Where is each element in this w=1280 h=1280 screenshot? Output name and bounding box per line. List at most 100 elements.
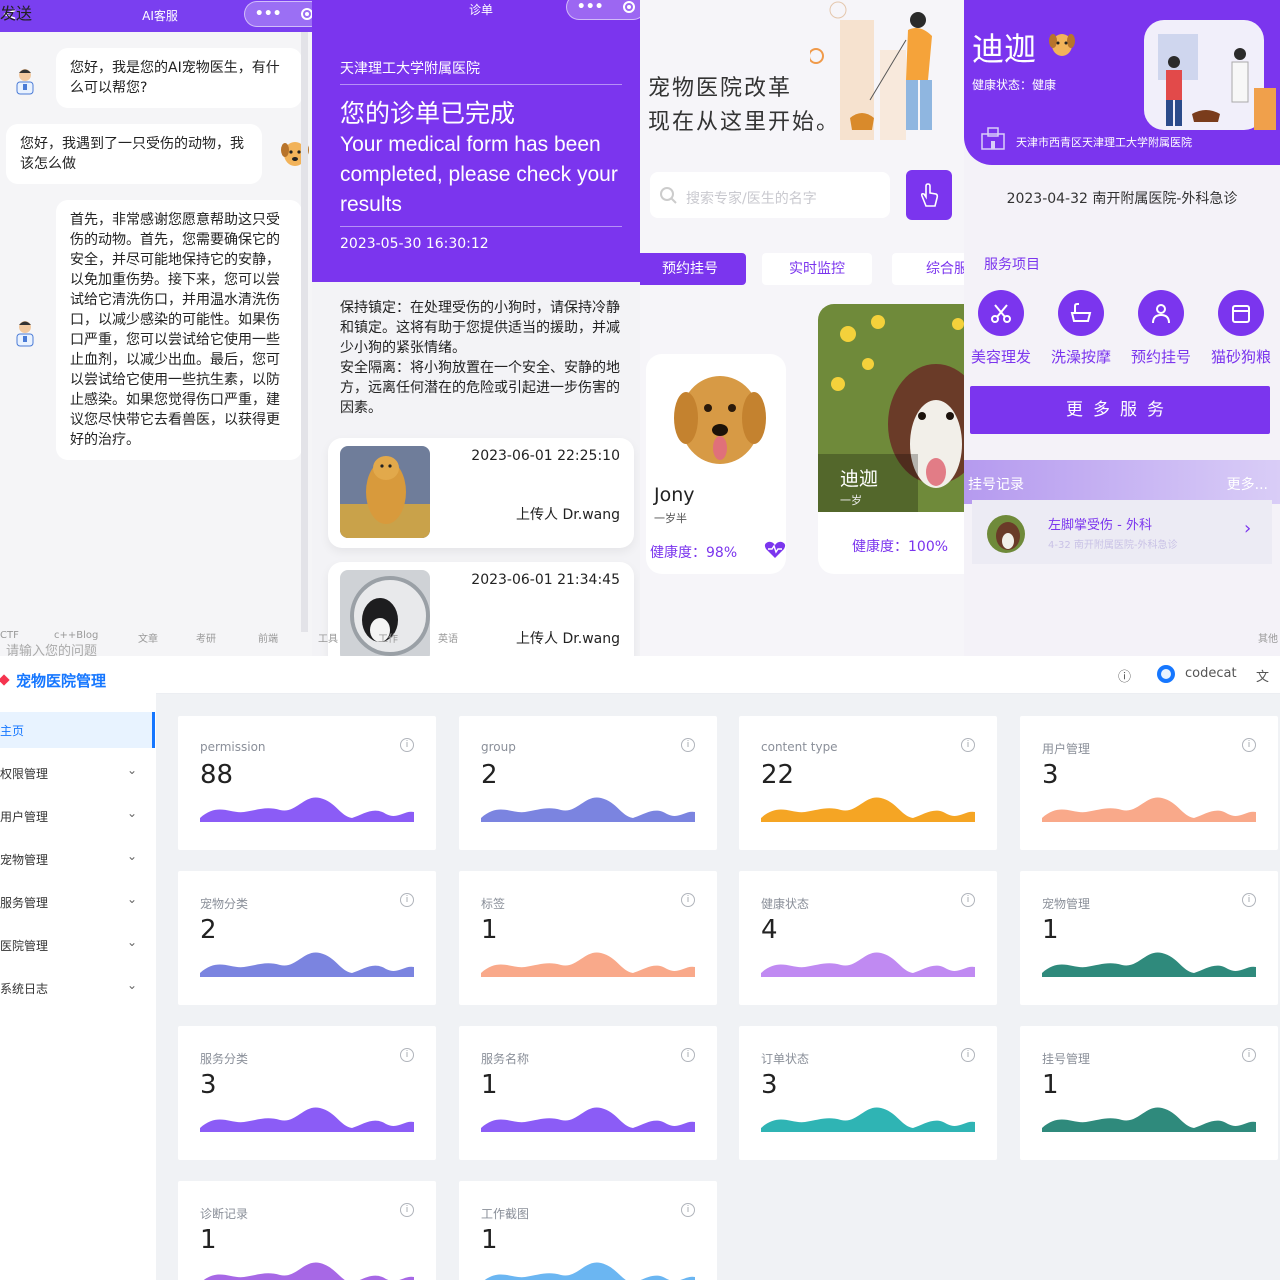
mini-program-capsule[interactable]: ••• xyxy=(566,0,646,20)
upload-card[interactable]: 2023-06-01 22:25:10 上传人 Dr.wang xyxy=(328,438,634,548)
record-title: 左脚掌受伤 - 外科 xyxy=(1048,518,1152,533)
divider xyxy=(340,226,622,227)
menu-item-permissions[interactable]: 权限管理 ⌄ xyxy=(0,755,155,791)
stat-card[interactable]: 宠物管理 1 i xyxy=(1020,871,1278,1005)
bookmark[interactable]: c++Blog xyxy=(54,630,98,641)
info-icon[interactable]: i xyxy=(681,1203,695,1217)
search-box[interactable]: 搜索专家/医生的名字 xyxy=(650,172,890,218)
info-icon[interactable]: i xyxy=(681,738,695,752)
menu-label: 医院管理 xyxy=(0,939,49,953)
admin-dashboard: ⓘ codecat 文 宠物医院管理 主页 权限管理 ⌄ 用户管理 ⌄ 宠物管理 ⌄ … xyxy=(0,656,1280,1280)
menu-item-pets[interactable]: 宠物管理 ⌄ xyxy=(0,841,155,877)
info-icon[interactable]: i xyxy=(961,893,975,907)
info-icon[interactable]: i xyxy=(961,1048,975,1062)
translate-icon[interactable]: 文 xyxy=(1256,666,1269,685)
divider xyxy=(340,84,622,85)
bookmark[interactable]: 文章 xyxy=(138,630,158,645)
more-services-button[interactable]: 更多服务 xyxy=(970,386,1270,434)
help-icon[interactable]: ⓘ xyxy=(1118,666,1131,685)
bookmark[interactable]: 其他 xyxy=(1258,630,1278,645)
stat-card[interactable]: 服务名称 1 i xyxy=(459,1026,717,1160)
info-icon[interactable]: i xyxy=(961,738,975,752)
bookmark[interactable]: 前端 xyxy=(258,630,278,645)
user-avatar[interactable] xyxy=(1156,664,1176,684)
registration-record[interactable]: 左脚掌受伤 - 外科 4-32 南开附属医院-外科急诊 › xyxy=(972,500,1272,564)
sparkline-area xyxy=(1042,797,1256,822)
pet-profile-panel: 迪迦 健康状态：健康 天津市西青区天津理工大学附属医院 2023-04-32 南… xyxy=(964,0,1280,660)
service-grooming[interactable]: 美容理发 xyxy=(964,290,1038,367)
more-dots-icon[interactable]: ••• xyxy=(255,6,282,22)
user-name[interactable]: codecat xyxy=(1185,666,1237,681)
menu-label: 用户管理 xyxy=(0,810,49,824)
chat-scrollbar[interactable] xyxy=(301,32,308,660)
info-icon[interactable]: i xyxy=(681,1048,695,1062)
bookmark[interactable]: 英语 xyxy=(438,630,458,645)
stat-card[interactable]: 健康状态 4 i xyxy=(739,871,997,1005)
menu-item-services[interactable]: 服务管理 ⌄ xyxy=(0,884,155,920)
cat-photo[interactable] xyxy=(340,570,430,660)
stat-title: 服务分类 xyxy=(200,1052,249,1066)
pet-card[interactable]: Jony 一岁半 健康度：98% xyxy=(646,354,786,574)
info-icon[interactable]: i xyxy=(1242,893,1256,907)
stat-card[interactable]: content type 22 i xyxy=(739,716,997,850)
records-more-link[interactable]: 更多... xyxy=(1227,474,1268,494)
search-input[interactable]: 搜索专家/医生的名字 xyxy=(686,188,817,208)
diagnosis-header: 诊单 ••• 天津理工大学附属医院 您的诊单已完成 Your medical f… xyxy=(312,0,658,282)
sparkline-area xyxy=(1042,952,1256,977)
sparkline-area xyxy=(485,1262,695,1280)
stat-card[interactable]: group 2 i xyxy=(459,716,717,850)
bookmark[interactable]: CTF xyxy=(0,630,19,641)
hand-tap-icon xyxy=(920,183,939,207)
uploader: 上传人 Dr.wang xyxy=(516,507,620,523)
stat-title: 健康状态 xyxy=(761,897,810,911)
info-icon[interactable]: i xyxy=(681,893,695,907)
close-target-icon[interactable] xyxy=(623,1,636,13)
info-icon[interactable]: i xyxy=(400,893,414,907)
menu-item-users[interactable]: 用户管理 ⌄ xyxy=(0,798,155,834)
stat-card[interactable]: 标签 1 i xyxy=(459,871,717,1005)
pet-name: Jony xyxy=(654,484,695,506)
search-button[interactable] xyxy=(906,170,952,220)
more-dots-icon[interactable]: ••• xyxy=(577,0,604,15)
info-icon[interactable]: i xyxy=(1242,1048,1256,1062)
menu-item-hospitals[interactable]: 医院管理 ⌄ xyxy=(0,927,155,963)
search-icon xyxy=(660,187,677,204)
bookmark[interactable]: 工作 xyxy=(378,630,398,645)
info-icon[interactable]: i xyxy=(400,1048,414,1062)
service-food[interactable]: 猫砂狗粮 xyxy=(1204,290,1278,367)
diagnosis-complete-english: Your medical form has been completed, pl… xyxy=(340,133,618,216)
diagnosis-advice: 保持镇定：在处理受伤的小狗时，请保持冷静和镇定。这将有助于您提供适当的援助，并减… xyxy=(340,298,622,418)
stat-card[interactable]: 服务分类 3 i xyxy=(178,1026,436,1160)
stat-value: 22 xyxy=(761,760,795,790)
bookmark[interactable]: 工具 xyxy=(318,630,338,645)
stat-card[interactable]: permission 88 i xyxy=(178,716,436,850)
stat-card[interactable]: 工作截图 1 i xyxy=(459,1181,717,1280)
sparkline-area xyxy=(761,952,975,977)
tab-live-monitor[interactable]: 实时监控 xyxy=(762,253,872,285)
stat-card[interactable]: 用户管理 3 i xyxy=(1020,716,1278,850)
info-icon[interactable]: i xyxy=(400,738,414,752)
tab-appointment[interactable]: 预约挂号 xyxy=(640,253,746,285)
stat-card[interactable]: 订单状态 3 i xyxy=(739,1026,997,1160)
info-icon[interactable]: i xyxy=(400,1203,414,1217)
stat-card[interactable]: 宠物分类 2 i xyxy=(178,871,436,1005)
pet-health: 健康度：98% xyxy=(650,545,738,561)
chevron-right-icon[interactable]: › xyxy=(1244,518,1251,539)
menu-item-logs[interactable]: 系统日志 ⌄ xyxy=(0,970,155,1006)
slogan-line: 现在从这里开始。 xyxy=(648,110,841,135)
service-appointment[interactable]: 预约挂号 xyxy=(1124,290,1198,367)
service-bath[interactable]: 洗澡按摩 xyxy=(1044,290,1118,367)
bookmark[interactable]: 考研 xyxy=(196,630,216,645)
stat-title: 订单状态 xyxy=(761,1052,810,1066)
hospital-building-icon xyxy=(981,127,1005,150)
sparkline-area xyxy=(761,797,975,822)
info-icon[interactable]: i xyxy=(1242,738,1256,752)
pet-card[interactable]: 迪迦 一岁 健康度：100% xyxy=(818,304,980,574)
stat-title: 用户管理 xyxy=(1042,742,1091,756)
stat-card[interactable]: 诊断记录 1 i xyxy=(178,1181,436,1280)
stat-card[interactable]: 挂号管理 1 i xyxy=(1020,1026,1278,1160)
golden-retriever-photo[interactable] xyxy=(340,446,430,538)
menu-item-home[interactable]: 主页 xyxy=(0,712,155,748)
send-button[interactable]: 发送 xyxy=(0,0,32,24)
ai-chat-panel: < AI客服 ••• 您好，我是您的AI宠物医生，有什么可以帮您? 您好，我遇到… xyxy=(0,0,330,660)
